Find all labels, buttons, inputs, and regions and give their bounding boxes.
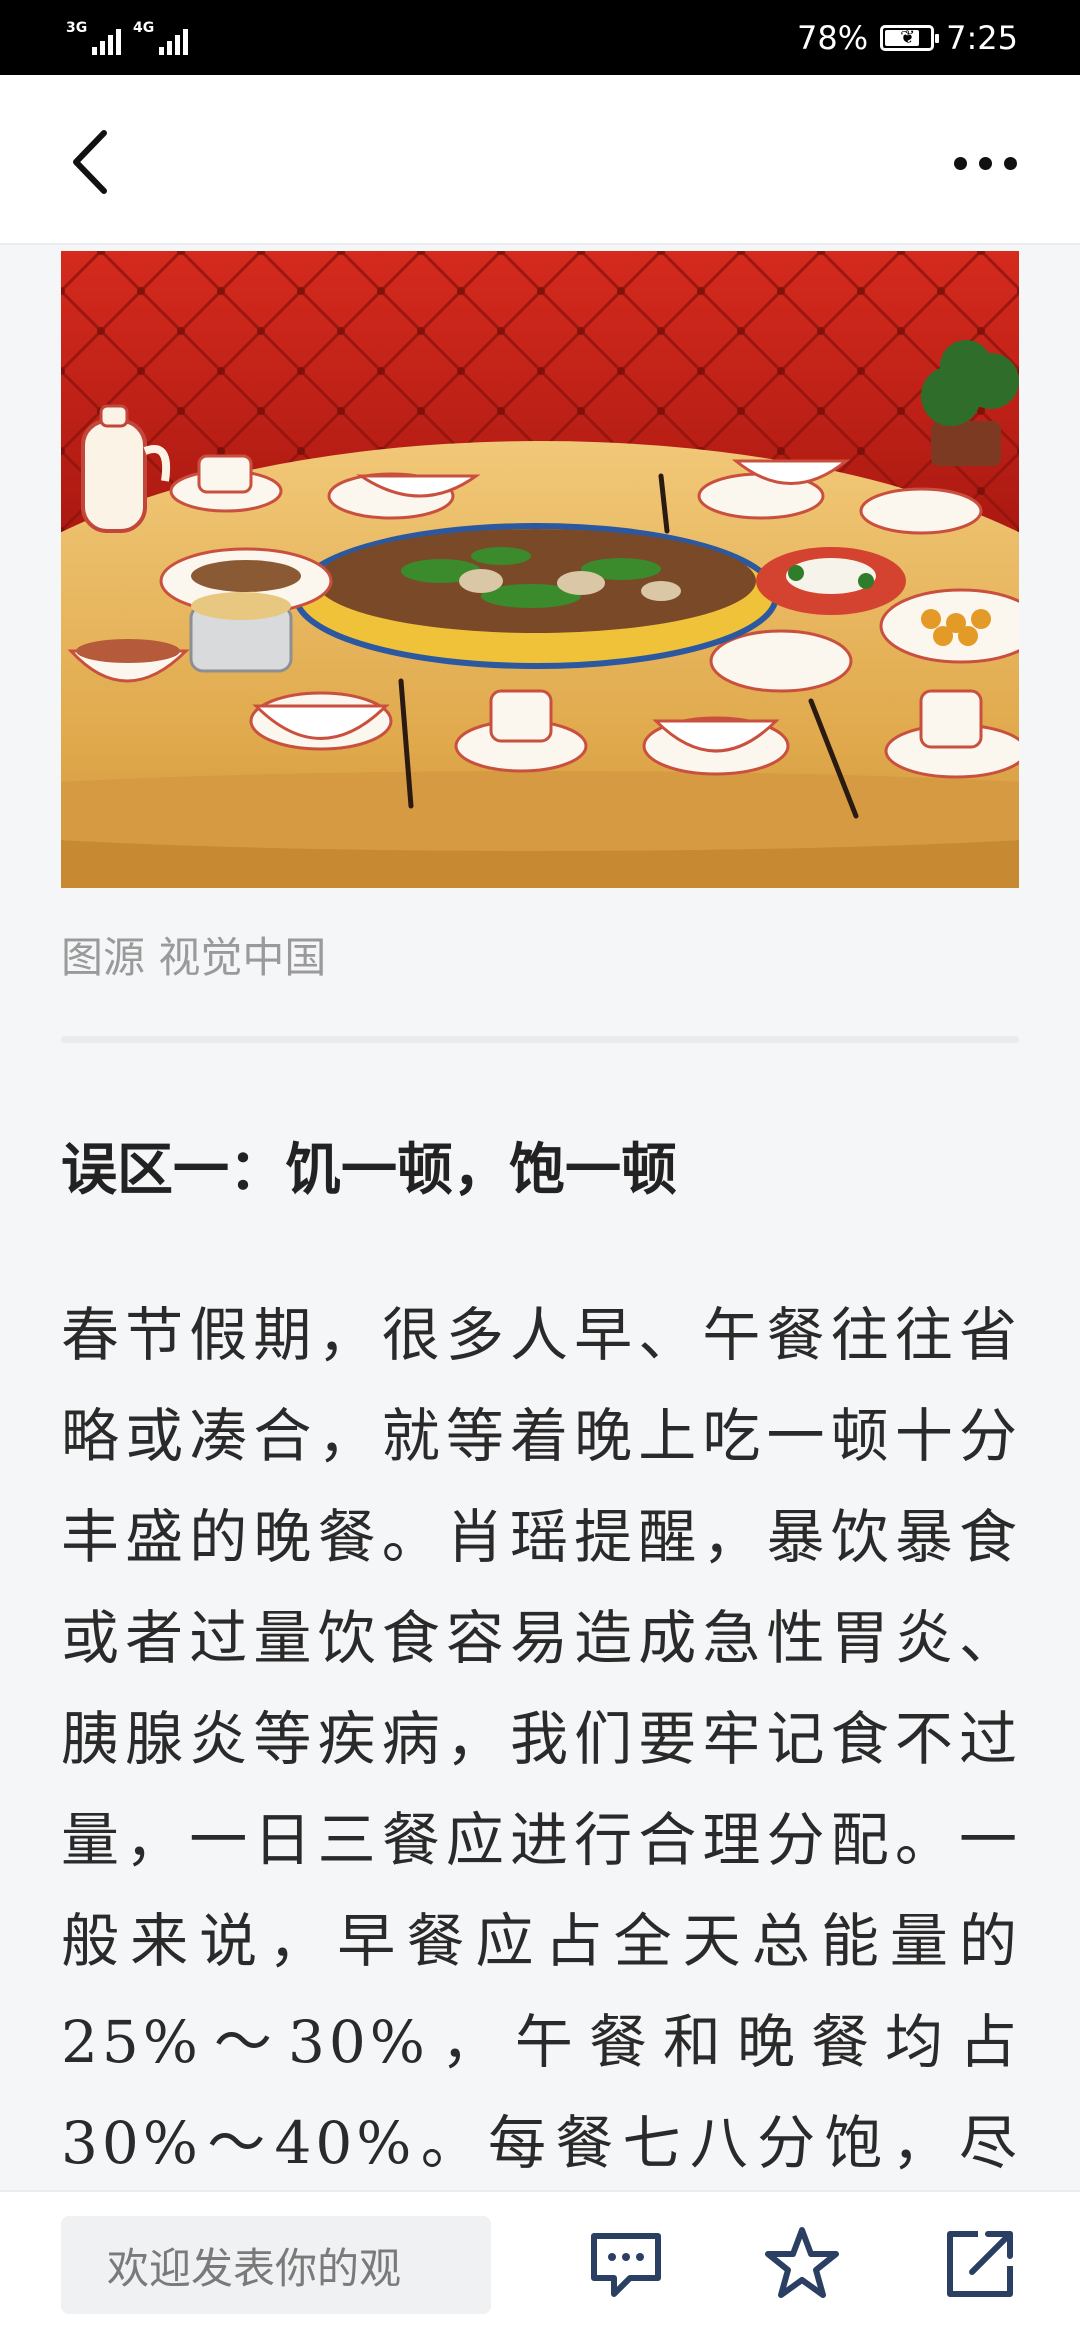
image-caption: 图源 视觉中国 xyxy=(61,933,327,982)
section-heading: 误区一：饥一顿，饱一顿 xyxy=(61,1137,677,1203)
comment-button[interactable] xyxy=(584,2222,668,2306)
chevron-left-icon xyxy=(73,130,107,194)
comment-icon xyxy=(591,2233,661,2297)
section-divider xyxy=(61,1036,1019,1043)
battery-icon: ❦ xyxy=(880,24,940,51)
more-horizontal-icon xyxy=(1003,156,1017,170)
more-horizontal-icon xyxy=(978,156,992,170)
network-type-label: 4G xyxy=(133,19,155,36)
more-horizontal-icon xyxy=(953,156,967,170)
share-icon xyxy=(947,2231,1013,2297)
more-options-button[interactable] xyxy=(940,133,1030,193)
article-body: 春节假期，很多人早、午餐往往省略或凑合，就等着晚上吃一顿十分丰盛的晚餐。肖瑶提醒… xyxy=(61,1301,1021,2177)
back-button[interactable] xyxy=(60,117,130,207)
signal-strength-icon: 4G xyxy=(133,21,188,55)
clock: 7:25 xyxy=(946,18,1018,57)
favorite-button[interactable] xyxy=(760,2222,844,2306)
signal-indicators: 3G 4G xyxy=(66,21,188,55)
battery-percent: 78% xyxy=(797,18,869,57)
share-button[interactable] xyxy=(938,2222,1022,2306)
network-type-label: 3G xyxy=(66,19,88,36)
star-icon xyxy=(765,2227,839,2298)
status-right: 78% ❦ 7:25 xyxy=(797,19,1018,57)
top-nav-bar xyxy=(0,75,1080,245)
status-bar: 3G 4G 78% ❦ 7:25 xyxy=(0,0,1080,75)
article-hero-image[interactable] xyxy=(61,251,1019,888)
banquet-table-photo xyxy=(61,251,1019,888)
signal-strength-icon: 3G xyxy=(66,21,121,55)
comment-input[interactable]: 欢迎发表你的观 xyxy=(61,2216,491,2314)
bottom-action-bar: 欢迎发表你的观 xyxy=(0,2190,1080,2340)
